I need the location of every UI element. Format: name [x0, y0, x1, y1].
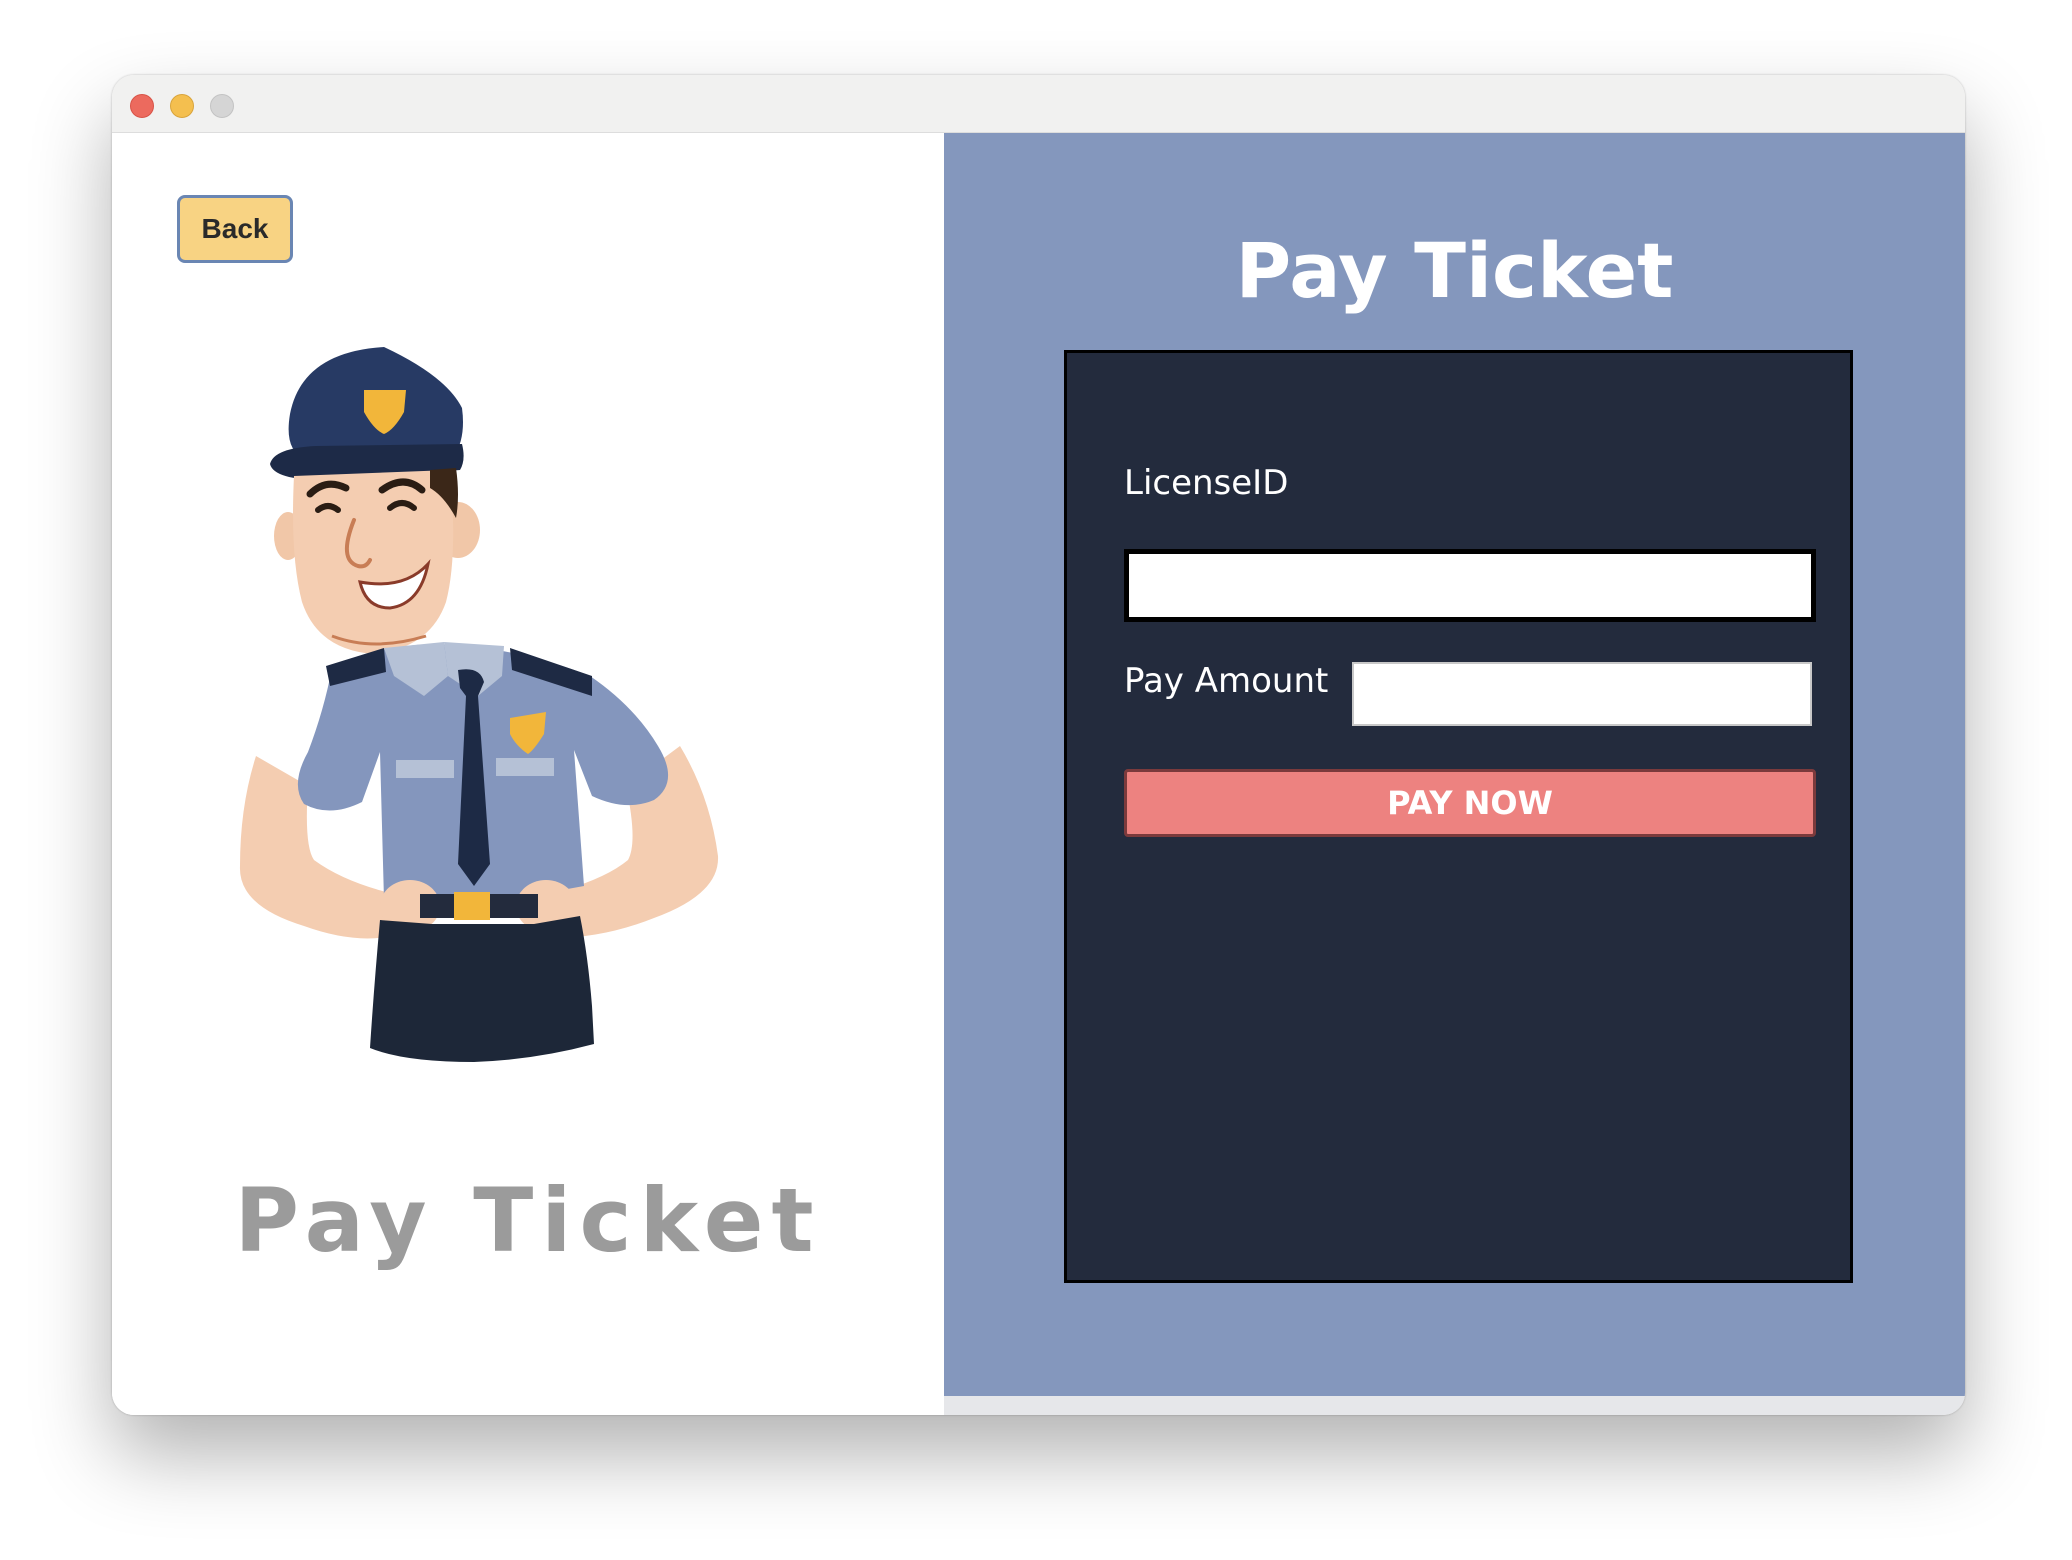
pay-amount-input[interactable] [1352, 662, 1812, 726]
minimize-window-button[interactable] [170, 94, 194, 118]
window-content: Back Pay Ticket Pay Ticket LicenseID Pay… [112, 133, 1965, 1415]
zoom-window-button[interactable] [210, 94, 234, 118]
app-window: Back Pay Ticket Pay Ticket LicenseID Pay… [112, 75, 1965, 1415]
pay-amount-label: Pay Amount [1124, 661, 1329, 701]
back-button[interactable]: Back [177, 195, 293, 263]
form-title: Pay Ticket [1235, 226, 1674, 315]
left-title: Pay Ticket [234, 1169, 822, 1272]
right-panel: Pay Ticket LicenseID Pay Amount PAY NOW [944, 133, 1965, 1396]
bottom-strip [944, 1396, 1965, 1415]
license-id-input[interactable] [1124, 549, 1816, 622]
license-id-label: LicenseID [1124, 463, 1289, 503]
pay-ticket-form: LicenseID Pay Amount PAY NOW [1064, 350, 1853, 1283]
title-bar [112, 75, 1965, 133]
pay-now-button[interactable]: PAY NOW [1124, 769, 1816, 837]
left-panel: Back Pay Ticket [112, 133, 944, 1415]
close-window-button[interactable] [130, 94, 154, 118]
police-officer-illustration [239, 347, 719, 1062]
